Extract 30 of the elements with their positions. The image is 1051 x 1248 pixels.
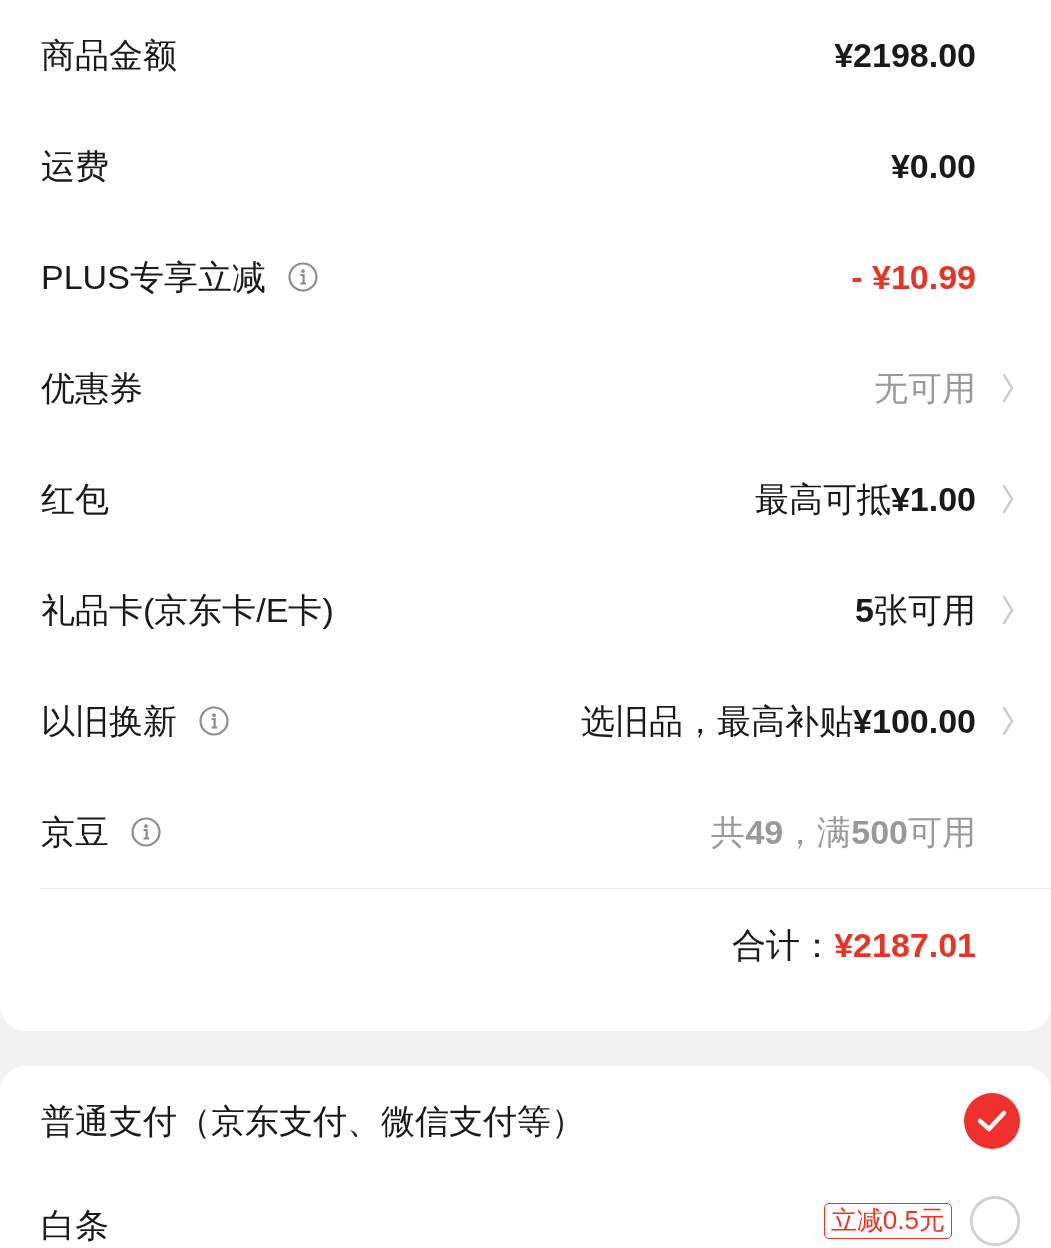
row-value: 最高可抵¥1.00	[754, 479, 976, 520]
row-label: 以旧换新	[41, 701, 177, 742]
row-label: 优惠券	[41, 368, 143, 409]
total-amount: ¥2187.01	[834, 924, 976, 966]
row-label: PLUS专享立减	[41, 257, 266, 298]
row-label: 红包	[41, 479, 109, 520]
row-label: 京豆	[41, 812, 109, 853]
row-label: 运费	[41, 146, 109, 187]
chevron-icon[interactable]	[1001, 595, 1015, 626]
row-value: 无可用	[874, 368, 976, 409]
row-value: 5张可用	[855, 590, 976, 631]
row-label: 礼品卡(京东卡/E卡)	[41, 590, 334, 631]
payment-option-label[interactable]: 普通支付（京东支付、微信支付等）	[41, 1100, 585, 1142]
row-value: ¥2198.00	[834, 35, 976, 76]
row-value: 选旧品，最高补贴¥100.00	[581, 701, 976, 742]
chevron-icon[interactable]	[1001, 706, 1015, 737]
row-value: - ¥10.99	[851, 257, 976, 298]
radio-icon[interactable]	[970, 1196, 1020, 1246]
row-label: 商品金额	[41, 35, 177, 76]
chevron-icon[interactable]	[1001, 373, 1015, 404]
row-value: ¥0.00	[890, 146, 976, 187]
checked-radio-icon[interactable]	[964, 1093, 1020, 1149]
payment-option-label[interactable]: 白条	[41, 1205, 109, 1246]
chevron-icon[interactable]	[1001, 484, 1015, 515]
total-label: 合计：	[732, 924, 835, 966]
info-icon[interactable]	[287, 262, 318, 293]
discount-tag: 立减0.5元	[823, 1203, 952, 1239]
info-icon[interactable]	[131, 817, 161, 848]
info-icon[interactable]	[199, 706, 229, 737]
row-value: 共49，满500可用	[711, 812, 976, 853]
